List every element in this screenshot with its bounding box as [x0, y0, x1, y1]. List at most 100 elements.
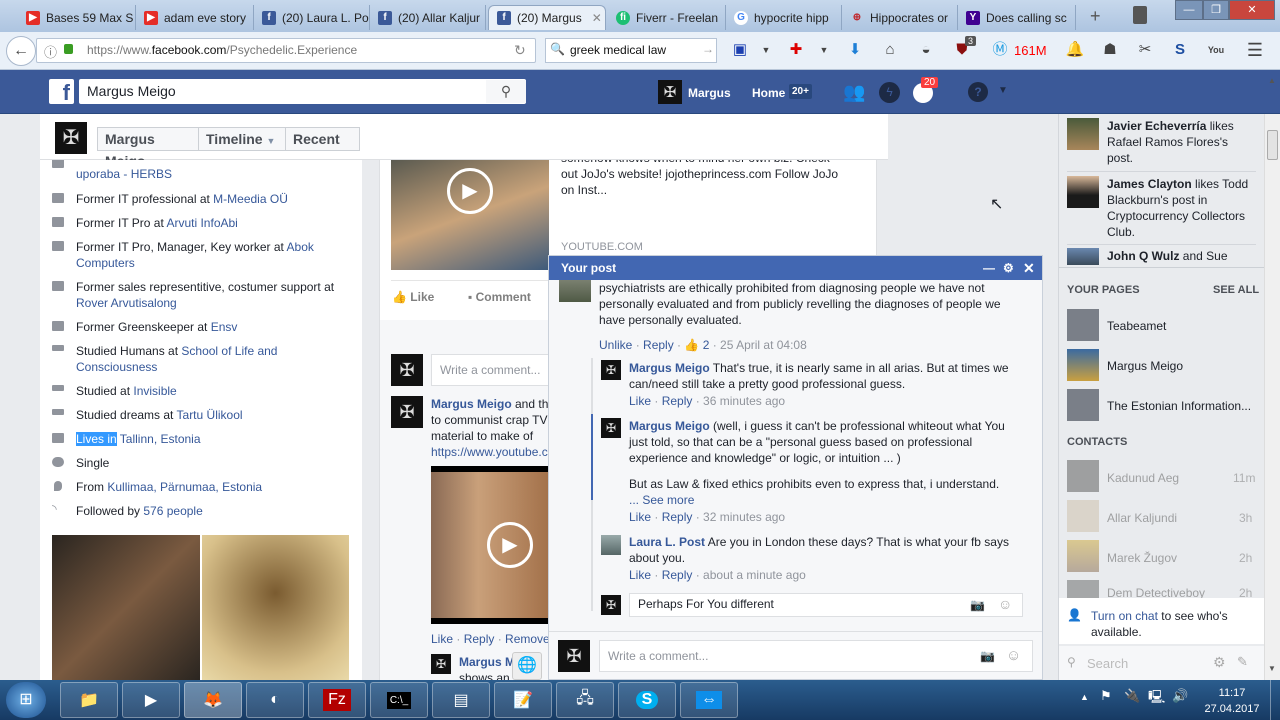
scrollbar-thumb[interactable]	[1267, 130, 1278, 160]
tab-bases[interactable]: ▶ Bases 59 Max S	[18, 5, 136, 30]
contact-name[interactable]: Allar Kaljundi	[1107, 511, 1177, 525]
tab-hippocrates[interactable]: ⊕ Hippocrates or	[842, 5, 958, 30]
write-comment-input[interactable]: Write a comment... 📷 ☺	[599, 640, 1033, 672]
ticker-item[interactable]: Javier Echeverría likes Rafael Ramos Flo…	[1107, 118, 1257, 166]
friend-requests-icon[interactable]: 👥	[843, 82, 865, 103]
cmd-taskbar-icon[interactable]: C:\_	[370, 682, 428, 718]
like-count[interactable]: 2	[703, 338, 710, 352]
remove-link[interactable]: Remove	[505, 632, 550, 646]
comment-youtube-link[interactable]: https://www.youtube.c	[431, 444, 548, 460]
show-hidden-icons[interactable]: ▲	[1080, 692, 1089, 702]
filezilla-taskbar-icon[interactable]: Fz	[308, 682, 366, 718]
minimize-icon[interactable]: —	[983, 256, 995, 280]
facebook-logo[interactable]: f	[49, 79, 74, 105]
bell-icon[interactable]: 🔔	[1065, 40, 1085, 60]
chat-search-input[interactable]: Search	[1087, 656, 1128, 671]
comment-button[interactable]: ▪ Comment	[468, 290, 531, 304]
show-desktop-button[interactable]	[1270, 680, 1280, 720]
search-icon[interactable]: ⚲	[486, 80, 526, 103]
user-name-link[interactable]: Margus	[688, 86, 731, 100]
clock[interactable]: 11:17 27.04.2017	[1200, 685, 1264, 717]
teamviewer-taskbar-icon[interactable]: ⇔	[680, 682, 738, 718]
chevron-down-icon[interactable]: ▼	[814, 40, 834, 60]
profile-photo-thumbnail[interactable]	[202, 535, 349, 680]
tab-adam-eve[interactable]: ▶ adam eve story	[136, 5, 254, 30]
home-link[interactable]: Home	[752, 86, 785, 100]
network-taskbar-icon[interactable]: 🖧	[556, 682, 614, 718]
camera-icon[interactable]: 📷	[980, 641, 995, 671]
timeline-dropdown[interactable]: Timeline ▼	[198, 127, 286, 151]
page-scrollbar[interactable]: ▲ ▼	[1264, 76, 1280, 680]
camera-icon[interactable]: 📷	[970, 595, 985, 615]
tab-yahoo[interactable]: Y Does calling sc	[958, 5, 1076, 30]
search-engine-icon[interactable]: 🔍	[550, 42, 565, 56]
contact-name[interactable]: Marek Žugov	[1107, 551, 1177, 565]
notepad-plus-taskbar-icon[interactable]: 📝	[494, 682, 552, 718]
page-link[interactable]: Teabeamet	[1107, 319, 1166, 333]
chevron-down-icon[interactable]: ▼	[756, 40, 776, 60]
tab-laura[interactable]: f (20) Laura L. Po	[254, 5, 370, 30]
tab-margus-active[interactable]: f (20) Margus ✕	[488, 5, 606, 30]
contact-name[interactable]: Kadunud Aeg	[1107, 471, 1179, 485]
ticker-item[interactable]: James Clayton likes Todd Blackburn's pos…	[1107, 176, 1257, 240]
play-icon[interactable]: ▶	[447, 168, 493, 214]
firefox-taskbar-icon[interactable]: 🦊	[184, 682, 242, 718]
video-thumbnail[interactable]: ▶	[431, 466, 549, 624]
profile-photo-thumbnail[interactable]	[52, 535, 200, 680]
messenger-icon[interactable]: ϟ	[879, 82, 900, 103]
profile-avatar[interactable]: ✠	[55, 122, 87, 154]
skype-taskbar-icon[interactable]: S	[618, 682, 676, 718]
tab-allar[interactable]: f (20) Allar Kaljur	[370, 5, 486, 30]
video-thumbnail[interactable]: ▶	[391, 160, 549, 270]
turn-on-chat-link[interactable]: Turn on chat	[1091, 609, 1158, 623]
like-button[interactable]: 👍 Like	[392, 290, 434, 304]
like-link[interactable]: Like	[431, 632, 453, 646]
new-tab-button[interactable]: +	[1090, 6, 1101, 27]
tab-groups-icon[interactable]	[1133, 6, 1147, 24]
menu-icon[interactable]: ☰	[1245, 40, 1265, 60]
download-icon[interactable]: ⬇	[845, 40, 865, 60]
emoji-icon[interactable]: ☺	[1006, 641, 1021, 671]
url-bar[interactable]: https://www.facebook.com/Psychedelic.Exp…	[36, 38, 536, 63]
search-go-icon[interactable]: →	[702, 42, 714, 56]
pocket-icon[interactable]: ◒	[916, 40, 936, 60]
tab-fiverr[interactable]: fi Fiverr - Freelan	[608, 5, 726, 30]
like-link[interactable]: Like	[629, 510, 651, 524]
minimize-window-button[interactable]: —	[1175, 0, 1203, 20]
web-search-input[interactable]: greek medical law	[545, 38, 717, 63]
seamonkey-taskbar-icon[interactable]: ◐	[246, 682, 304, 718]
info-icon[interactable]: ⓘ	[44, 42, 57, 61]
ghostery-icon[interactable]: ☗	[1100, 40, 1120, 60]
close-window-button[interactable]: ✕	[1229, 0, 1275, 20]
power-icon[interactable]: 🔌	[1124, 688, 1140, 704]
like-link[interactable]: Like	[629, 568, 651, 582]
reply-input[interactable]: Perhaps For You different 📷 ☺	[629, 593, 1023, 617]
notepad-taskbar-icon[interactable]: ▤	[432, 682, 490, 718]
back-button[interactable]: ←	[6, 36, 36, 66]
start-button[interactable]: ⊞	[6, 682, 46, 718]
compose-icon[interactable]: ✎	[1237, 654, 1248, 670]
screenshot-icon[interactable]: ✂	[1135, 40, 1155, 60]
see-more-link[interactable]: ... See more	[629, 493, 694, 507]
save-icon[interactable]: ▣	[730, 40, 750, 60]
home-icon[interactable]: ⌂	[880, 40, 900, 60]
play-icon[interactable]: ▶	[487, 522, 533, 568]
scroll-up-arrow-icon[interactable]: ▲	[1268, 76, 1276, 85]
reply-link[interactable]: Reply	[662, 568, 693, 582]
reply-link[interactable]: Reply	[643, 338, 674, 352]
youtube-download-icon[interactable]: You	[1206, 40, 1226, 60]
write-comment-input[interactable]: Write a comment...	[431, 354, 561, 386]
page-link[interactable]: The Estonian Information...	[1107, 399, 1251, 413]
recent-dropdown[interactable]: Recent ▼	[285, 127, 360, 168]
close-icon[interactable]: ✕	[1023, 256, 1035, 280]
help-icon[interactable]: ?	[968, 82, 988, 102]
user-avatar[interactable]: ✠	[658, 80, 682, 104]
contact-row[interactable]: Dem Detectiveboy 2h	[1059, 580, 1264, 598]
explorer-taskbar-icon[interactable]: 📁	[60, 682, 118, 718]
profile-name-button[interactable]: Margus Meigo	[97, 127, 199, 169]
restore-window-button[interactable]: ❐	[1203, 0, 1229, 20]
first-aid-icon[interactable]: ✚	[786, 40, 806, 60]
ticker-item[interactable]: John Q Wulz and Sue	[1107, 248, 1257, 264]
page-link[interactable]: Margus Meigo	[1107, 359, 1183, 373]
reply-link[interactable]: Reply	[464, 632, 495, 646]
